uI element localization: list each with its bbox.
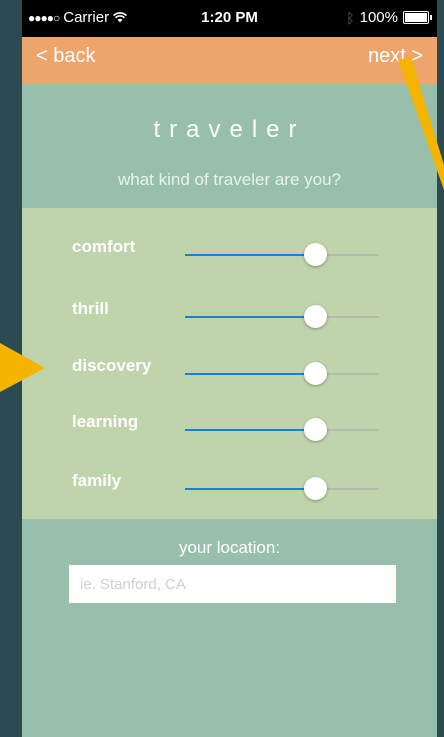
battery-fill <box>405 13 427 22</box>
slider-track[interactable] <box>185 243 379 266</box>
location-label: your location: <box>178 538 281 557</box>
slider-thumb[interactable] <box>303 305 327 328</box>
slider-track[interactable] <box>185 362 379 385</box>
slider-track[interactable] <box>185 418 379 441</box>
slider-label: comfort <box>72 237 136 256</box>
page-header: traveler what kind of traveler are you? <box>22 84 437 208</box>
slider-label: discovery <box>72 356 152 375</box>
slider-fill <box>185 373 315 375</box>
traveler-sliders-panel: comfort thrill discovery learning family <box>22 208 437 519</box>
slider-thumb[interactable] <box>303 418 327 441</box>
slider-fill <box>185 254 315 256</box>
status-bar: ●●●●○ Carrier 1:20 PM ᛒ 100% <box>22 0 437 37</box>
slider-row-discovery: discovery <box>22 337 437 395</box>
page-subtitle: what kind of traveler are you? <box>117 170 341 189</box>
slider-row-learning: learning <box>22 393 437 451</box>
nav-bar: < back next > <box>22 37 437 84</box>
slider-label: learning <box>72 412 139 431</box>
page-title: traveler <box>153 116 306 143</box>
slider-thumb[interactable] <box>303 477 327 500</box>
battery-percent: 100% <box>359 9 398 26</box>
slider-thumb[interactable] <box>303 243 327 266</box>
location-input[interactable] <box>69 565 396 603</box>
back-button[interactable]: < back <box>36 45 95 68</box>
slider-fill <box>185 316 315 318</box>
battery-icon <box>403 11 432 24</box>
slider-fill <box>185 429 315 431</box>
slider-row-comfort: comfort <box>22 218 437 276</box>
next-button[interactable]: next > <box>368 45 423 68</box>
slider-fill <box>185 488 315 490</box>
slider-label: family <box>72 471 122 490</box>
bluetooth-icon: ᛒ <box>346 9 355 26</box>
slider-thumb[interactable] <box>303 362 327 385</box>
slider-row-thrill: thrill <box>22 280 437 338</box>
slider-track[interactable] <box>185 477 379 500</box>
slider-label: thrill <box>72 299 109 318</box>
slider-track[interactable] <box>185 305 379 328</box>
slider-row-family: family <box>22 452 437 510</box>
status-right: ᛒ 100% <box>346 9 432 26</box>
phone-screen: ●●●●○ Carrier 1:20 PM ᛒ 100% < back next… <box>22 0 437 737</box>
